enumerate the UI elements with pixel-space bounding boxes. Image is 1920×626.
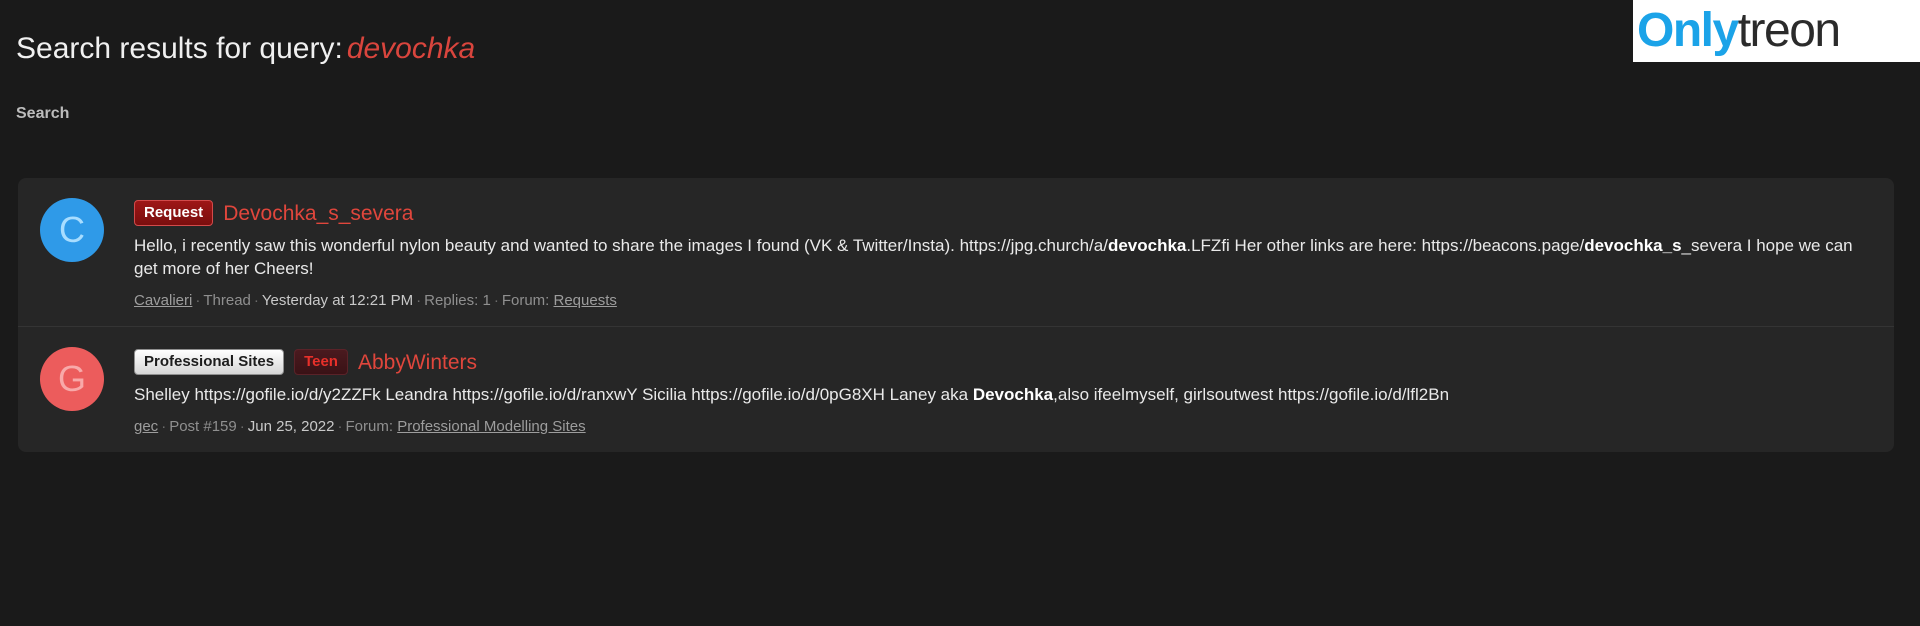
meta-date: Jun 25, 2022 xyxy=(247,417,335,435)
page-title-prefix: Search results for query: xyxy=(16,32,343,66)
meta-author-link[interactable]: gec xyxy=(134,418,158,435)
logo-text-only: Only xyxy=(1637,4,1739,57)
badge-prosites[interactable]: Professional Sites xyxy=(134,349,285,376)
badge-request[interactable]: Request xyxy=(134,200,214,226)
meta-separator: · xyxy=(337,417,343,435)
search-result-row[interactable]: C Request Devochka_s_severa Hello, i recent… xyxy=(18,178,1894,326)
meta-separator: · xyxy=(239,417,245,435)
page-title-query: devochka xyxy=(346,32,476,66)
snippet-text: Hello, i recently saw this wonderful nyl… xyxy=(134,236,1108,255)
result-title-line: Professional Sites Teen AbbyWinters xyxy=(134,349,1870,376)
result-meta: gec · Post #159 · Jun 25, 2022 · Forum: Profes… xyxy=(134,417,1870,437)
avatar[interactable]: C xyxy=(40,198,104,262)
meta-author-link[interactable]: Cavalieri xyxy=(134,292,192,309)
search-result-row[interactable]: G Professional Sites Teen AbbyWinters Shelle… xyxy=(18,326,1894,452)
meta-type: Post #159 xyxy=(169,417,237,435)
meta-separator: · xyxy=(416,291,422,309)
breadcrumb-item-search[interactable]: Search xyxy=(16,105,69,122)
search-results-page: Onlytreon Search results for query: devoc… xyxy=(0,0,1920,626)
meta-forum-link[interactable]: Professional Modelling Sites xyxy=(397,418,585,435)
snippet-highlight: devochka xyxy=(1107,236,1187,255)
result-snippet: Shelley https://gofile.io/d/y2ZZFk Leand… xyxy=(134,383,1870,406)
page-title: Search results for query: devochka xyxy=(16,32,475,66)
snippet-text: Shelley https://gofile.io/d/y2ZZFk Leand… xyxy=(134,385,973,405)
snippet-text: .LFZfi Her other links are here: https:/… xyxy=(1186,236,1585,255)
meta-separator: · xyxy=(195,291,201,309)
result-title-link[interactable]: Devochka_s_severa xyxy=(223,203,413,224)
meta-type: Thread xyxy=(203,291,251,309)
search-results-list: C Request Devochka_s_severa Hello, i recent… xyxy=(18,178,1894,453)
meta-separator: · xyxy=(161,417,167,435)
meta-replies: Replies: 1 xyxy=(424,291,491,309)
meta-forum-label: Forum: xyxy=(345,417,398,435)
snippet-highlight: Devochka xyxy=(972,385,1054,405)
result-body: Request Devochka_s_severa Hello, i recentl… xyxy=(134,198,1870,310)
result-snippet: Hello, i recently saw this wonderful nyl… xyxy=(134,234,1870,281)
result-body: Professional Sites Teen AbbyWinters Shelley… xyxy=(134,347,1870,436)
meta-forum-label: Forum: xyxy=(501,291,554,309)
meta-date: Yesterday at 12:21 PM xyxy=(261,291,414,309)
meta-separator: · xyxy=(493,291,499,309)
snippet-text: ,also ifeelmyself, girlsoutwest https://… xyxy=(1053,385,1450,405)
logo-text-treon: treon xyxy=(1737,4,1841,57)
badge-teen[interactable]: Teen xyxy=(294,349,348,376)
avatar[interactable]: G xyxy=(40,347,104,412)
result-title-link[interactable]: AbbyWinters xyxy=(358,352,477,373)
meta-forum-link[interactable]: Requests xyxy=(554,292,617,309)
breadcrumb[interactable]: Search xyxy=(16,105,69,123)
meta-separator: · xyxy=(253,291,259,309)
result-meta: Cavalieri · Thread · Yesterday at 12:21 PM · R… xyxy=(134,291,1870,311)
result-title-line: Request Devochka_s_severa xyxy=(134,200,1870,226)
snippet-highlight: devochka_s xyxy=(1584,236,1682,255)
site-logo[interactable]: Onlytreon xyxy=(1633,0,1920,62)
